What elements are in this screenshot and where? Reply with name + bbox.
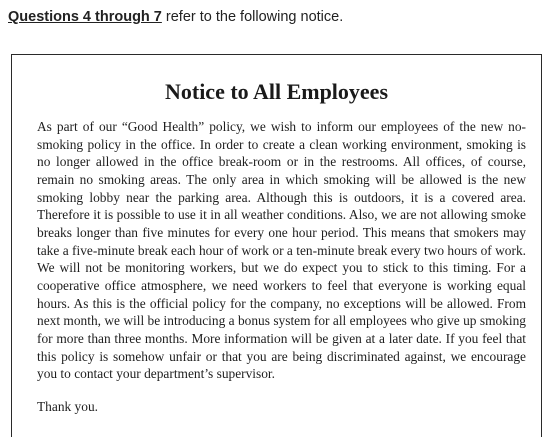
question-instruction: Questions 4 through 7 refer to the follo… [8, 9, 343, 25]
question-range-reference: Questions 4 through 7 [8, 9, 162, 25]
notice-paragraph: As part of our “Good Health” policy, we … [37, 119, 526, 382]
instruction-text: refer to the following notice. [161, 9, 344, 25]
notice-signoff: Thank you. [37, 399, 98, 414]
notice-body: As part of our “Good Health” policy, we … [37, 118, 526, 383]
notice-title: Notice to All Employees [164, 79, 389, 104]
notice-box: Notice to All Employees As part of our “… [11, 54, 542, 437]
